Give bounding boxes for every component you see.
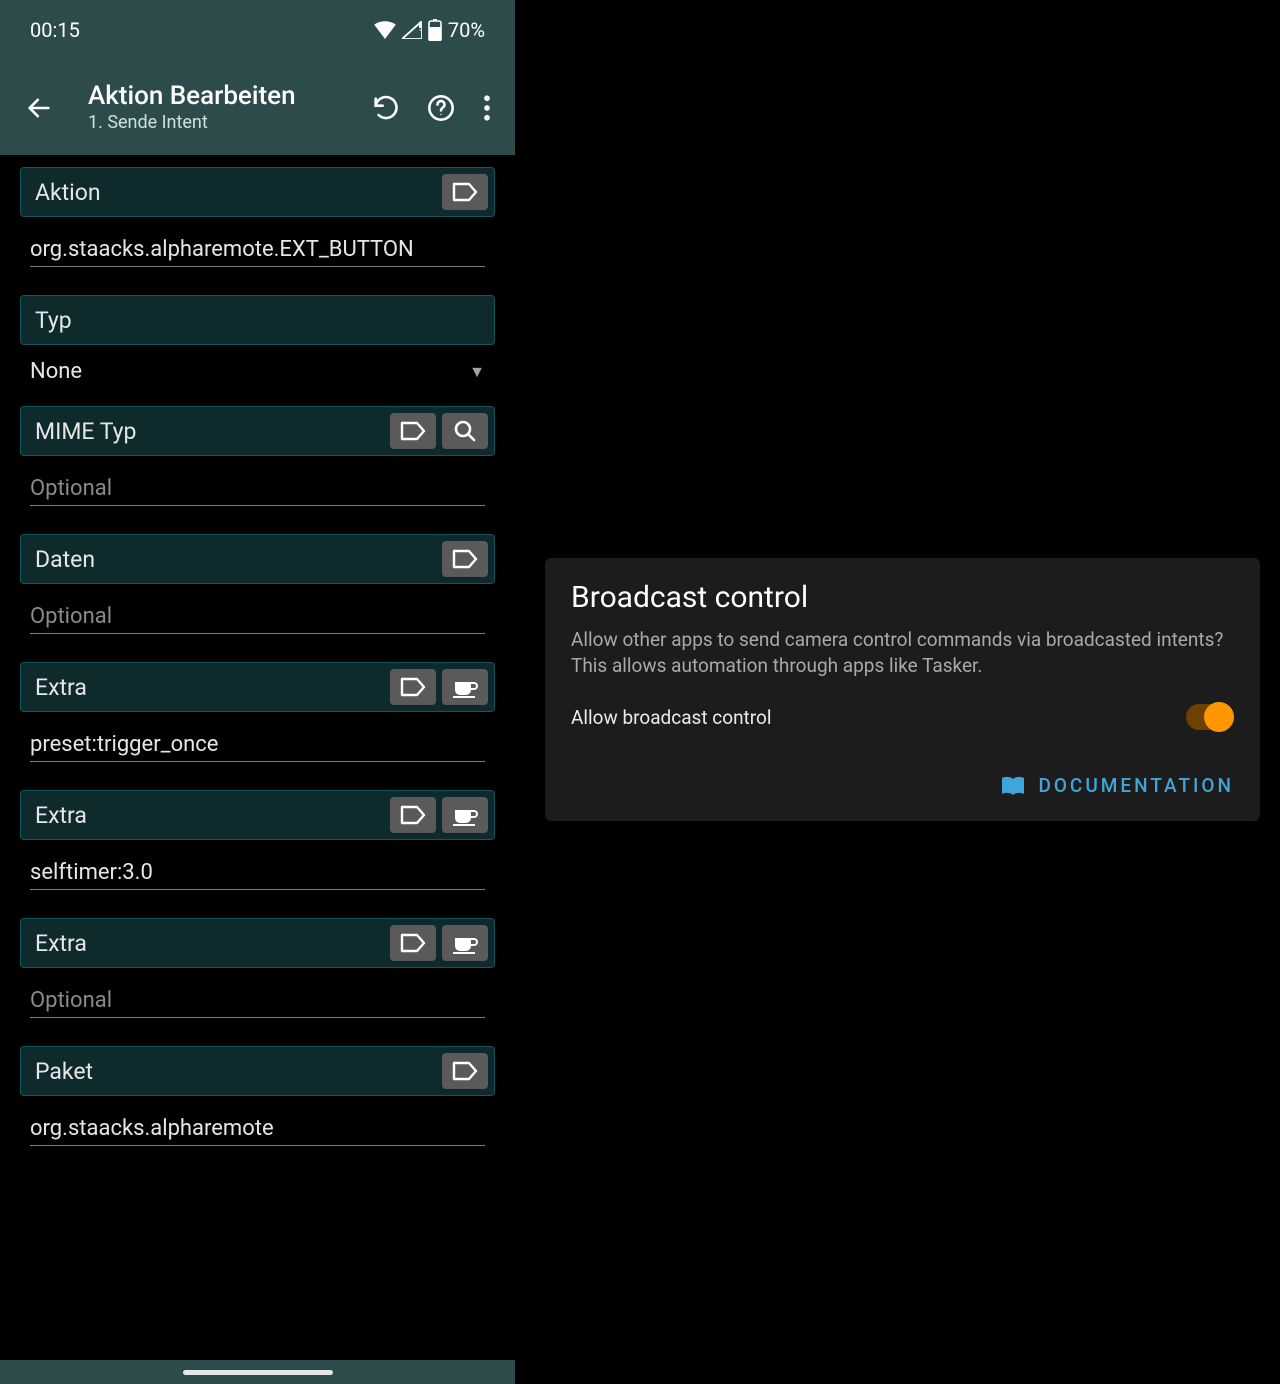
tag-icon[interactable] bbox=[442, 1053, 488, 1089]
coffee-icon[interactable] bbox=[442, 797, 488, 833]
broadcast-card: Broadcast control Allow other apps to se… bbox=[545, 558, 1260, 821]
battery-icon bbox=[428, 19, 442, 41]
tag-icon[interactable] bbox=[390, 925, 436, 961]
section-label: Typ bbox=[35, 307, 488, 334]
undo-icon[interactable] bbox=[371, 94, 399, 122]
page-title: Aktion Bearbeiten bbox=[88, 82, 371, 111]
extra3-field[interactable]: Optional bbox=[30, 980, 485, 1018]
status-right: 70% bbox=[374, 18, 485, 42]
coffee-icon[interactable] bbox=[442, 925, 488, 961]
extra1-field[interactable]: preset:trigger_once bbox=[30, 724, 485, 762]
tag-icon[interactable] bbox=[442, 541, 488, 577]
card-title: Broadcast control bbox=[571, 580, 1234, 615]
page-subtitle: 1. Sende Intent bbox=[88, 112, 371, 133]
tag-icon[interactable] bbox=[390, 797, 436, 833]
section-label: Aktion bbox=[35, 179, 436, 206]
extra1-value: preset:trigger_once bbox=[30, 732, 485, 757]
section-label: Extra bbox=[35, 674, 384, 701]
search-icon[interactable] bbox=[442, 413, 488, 449]
section-label: Extra bbox=[35, 802, 384, 829]
section-daten[interactable]: Daten bbox=[20, 534, 495, 584]
aktion-value: org.staacks.alpharemote.EXT_BUTTON bbox=[30, 237, 485, 262]
paket-value: org.staacks.alpharemote bbox=[30, 1116, 485, 1141]
broadcast-toggle[interactable] bbox=[1186, 704, 1234, 730]
help-icon[interactable] bbox=[427, 94, 455, 122]
section-paket[interactable]: Paket bbox=[20, 1046, 495, 1096]
tasker-edit-screen: 00:15 70% bbox=[0, 0, 515, 1384]
section-extra[interactable]: Extra bbox=[20, 918, 495, 968]
documentation-link[interactable]: DOCUMENTATION bbox=[571, 774, 1234, 797]
section-extra[interactable]: Extra bbox=[20, 662, 495, 712]
section-label: MIME Typ bbox=[35, 418, 384, 445]
wifi-icon bbox=[374, 21, 396, 39]
status-battery: 70% bbox=[448, 18, 485, 42]
coffee-icon[interactable] bbox=[442, 669, 488, 705]
section-label: Daten bbox=[35, 546, 436, 573]
aktion-field[interactable]: org.staacks.alpharemote.EXT_BUTTON bbox=[30, 229, 485, 267]
broadcast-toggle-row: Allow broadcast control bbox=[571, 704, 1234, 730]
typ-dropdown[interactable]: None ▼ bbox=[30, 359, 485, 384]
book-icon bbox=[1000, 776, 1026, 796]
typ-selected: None bbox=[30, 359, 82, 384]
app-bar: Aktion Bearbeiten 1. Sende Intent bbox=[0, 60, 515, 155]
section-label: Paket bbox=[35, 1058, 436, 1085]
app-titles: Aktion Bearbeiten 1. Sende Intent bbox=[60, 82, 371, 134]
tag-icon[interactable] bbox=[390, 669, 436, 705]
section-extra[interactable]: Extra bbox=[20, 790, 495, 840]
settings-screen: Broadcast control Allow other apps to se… bbox=[515, 0, 1280, 1384]
toggle-label: Allow broadcast control bbox=[571, 706, 771, 729]
app-actions bbox=[371, 94, 503, 122]
documentation-label: DOCUMENTATION bbox=[1038, 774, 1234, 797]
extra3-placeholder: Optional bbox=[30, 988, 485, 1013]
tag-icon[interactable] bbox=[442, 174, 488, 210]
mimetyp-field[interactable]: Optional bbox=[30, 468, 485, 506]
section-mimetyp[interactable]: MIME Typ bbox=[20, 406, 495, 456]
nav-bar bbox=[0, 1360, 515, 1384]
more-icon[interactable] bbox=[483, 95, 491, 121]
section-typ[interactable]: Typ bbox=[20, 295, 495, 345]
daten-placeholder: Optional bbox=[30, 604, 485, 629]
signal-icon bbox=[402, 21, 422, 39]
extra2-value: selftimer:3.0 bbox=[30, 860, 485, 885]
status-time: 00:15 bbox=[30, 18, 80, 42]
back-button[interactable] bbox=[18, 94, 60, 122]
mimetyp-placeholder: Optional bbox=[30, 476, 485, 501]
section-aktion[interactable]: Aktion bbox=[20, 167, 495, 217]
card-description: Allow other apps to send camera control … bbox=[571, 627, 1234, 678]
extra2-field[interactable]: selftimer:3.0 bbox=[30, 852, 485, 890]
daten-field[interactable]: Optional bbox=[30, 596, 485, 634]
status-bar: 00:15 70% bbox=[0, 0, 515, 60]
tag-icon[interactable] bbox=[390, 413, 436, 449]
section-label: Extra bbox=[35, 930, 384, 957]
paket-field[interactable]: org.staacks.alpharemote bbox=[30, 1108, 485, 1146]
chevron-down-icon: ▼ bbox=[469, 362, 485, 382]
